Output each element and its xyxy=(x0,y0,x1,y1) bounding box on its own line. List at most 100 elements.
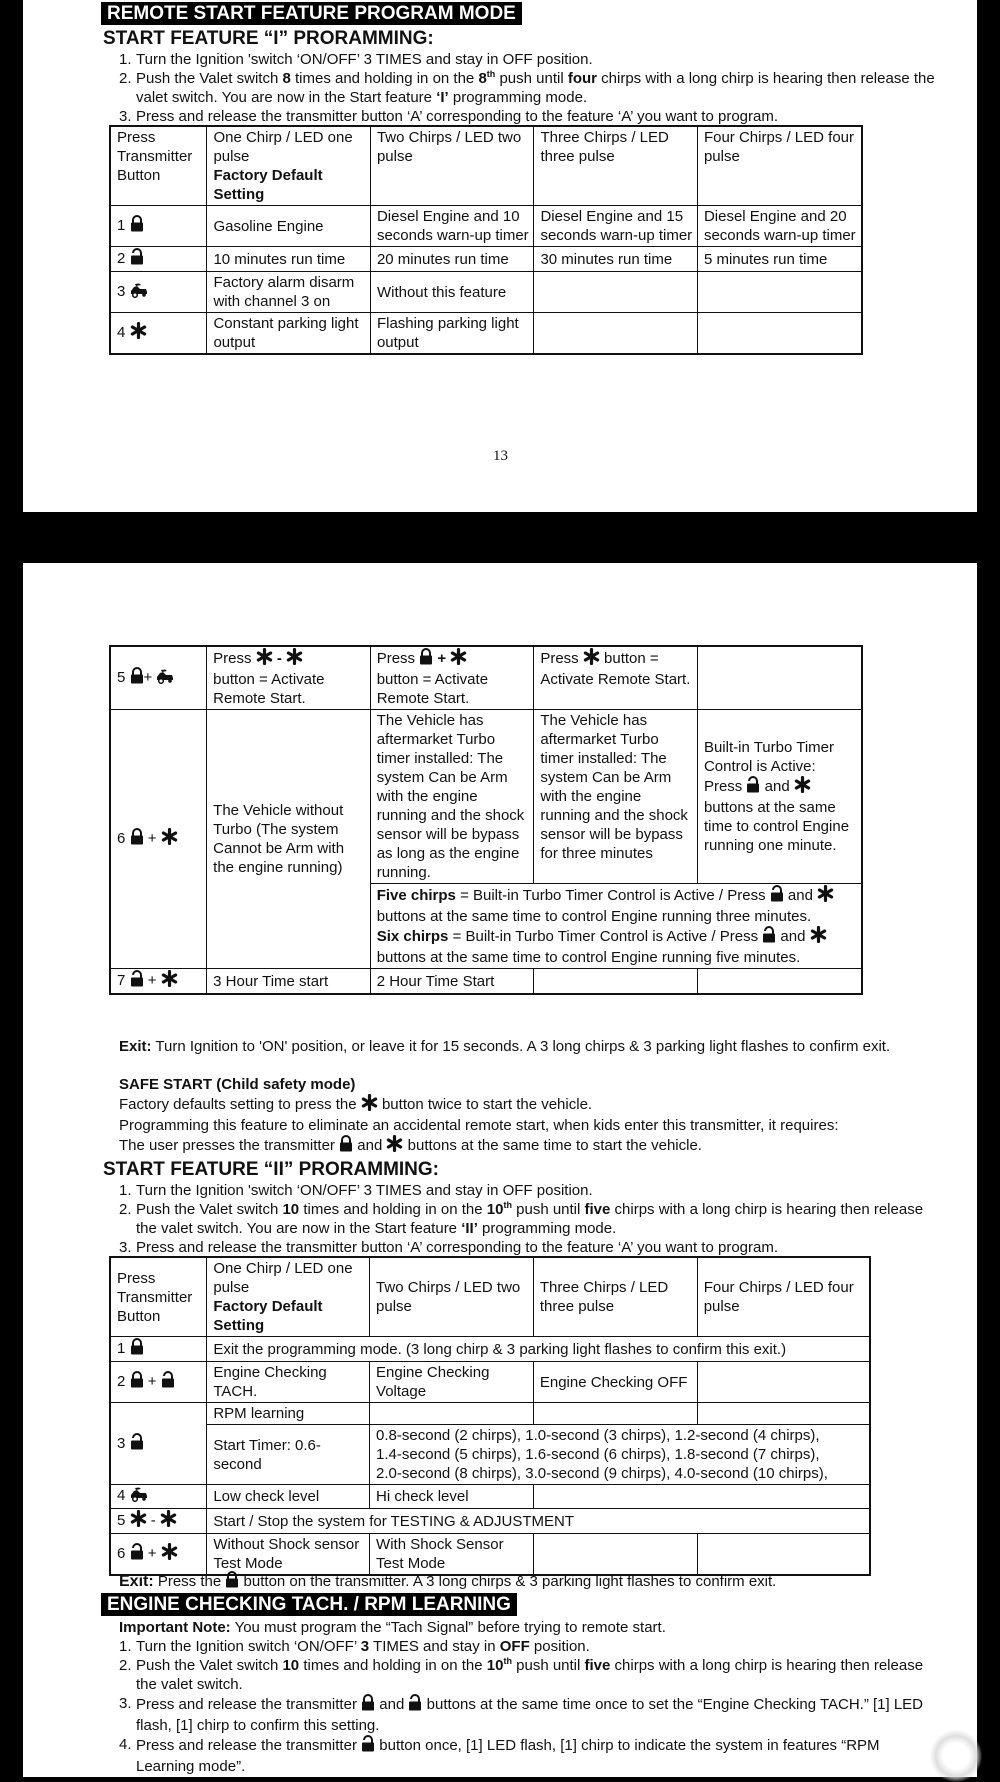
step-1: 1. Turn the Ignition switch ‘ON/OFF’ 3 TI… xyxy=(119,1637,939,1656)
step-text: Push the Valet switch xyxy=(136,1201,283,1218)
step-2: 2. Push the Valet switch 8 times and hold… xyxy=(119,69,939,107)
table-cell: The Vehicle has aftermarket Turbo timer … xyxy=(369,709,535,884)
step-bold: 8 xyxy=(282,70,291,87)
button-cell: 7 + xyxy=(109,968,208,995)
row-number: 2 xyxy=(117,250,126,267)
button-cell: 1 xyxy=(109,1336,208,1362)
step-1: 1. Turn the Ignition 'switch ‘ON/OFF’ 3 T… xyxy=(119,50,939,69)
button-cell: 2 + xyxy=(109,1361,208,1403)
table-cell xyxy=(532,1402,698,1425)
step-text: TIMES and stay in xyxy=(369,1638,500,1655)
table-row: 5 - Start / Stop the system for TESTING … xyxy=(109,1508,871,1534)
step-number: 3. xyxy=(119,1239,132,1256)
star-icon xyxy=(583,647,600,670)
timer-options-cell: 0.8-second (2 chirps), 1.0-second (3 chi… xyxy=(369,1424,871,1485)
table-header-row: Press Transmitter Button One Chirp / LED… xyxy=(109,1256,871,1337)
step-number: 1. xyxy=(119,1182,132,1199)
table-row: 6 + The Vehicle without Turbo (The syste… xyxy=(109,709,863,969)
step-text: Turn the Ignition switch ‘ON/OFF’ xyxy=(136,1638,361,1655)
step-number: 3. xyxy=(119,1695,132,1712)
table-row: 3 Factory alarm disarm with channel 3 on… xyxy=(109,271,863,313)
step-bold: 10 xyxy=(486,1201,504,1218)
step-text: Push the Valet switch xyxy=(136,70,283,87)
exit-label: Exit: xyxy=(119,1573,154,1590)
star-icon xyxy=(160,1509,177,1532)
star-icon xyxy=(361,1093,378,1116)
timer-options-line: 0.8-second (2 chirps), 1.0-second (3 chi… xyxy=(376,1427,820,1444)
trunk-icon xyxy=(130,283,148,303)
ordinal-suffix: th xyxy=(503,1200,512,1210)
table-cell: Engine Checking OFF xyxy=(532,1361,698,1403)
option-label: Six chirps xyxy=(376,928,449,945)
table-cell: Built-in Turbo Timer Control is Active: … xyxy=(696,709,863,884)
button-cell: 6 + xyxy=(109,1533,208,1576)
step-text: push until xyxy=(511,1201,585,1218)
header-label: One Chirp / LED one pulse xyxy=(213,1260,353,1296)
step-text: push until xyxy=(495,70,568,87)
timer-options-line: 1.4-second (5 chirps), 1.6-second (6 chi… xyxy=(376,1446,820,1463)
exit-text: button on the transmitter. A 3 long chir… xyxy=(243,1573,777,1590)
cell-text: and xyxy=(764,778,790,795)
header-three-chirps: Three Chirps / LED three pulse xyxy=(533,125,698,206)
row-number: 4 xyxy=(117,324,126,341)
safe-start-section: SAFE START (Child safety mode) Factory d… xyxy=(119,1075,839,1157)
cell-text: = Built-in Turbo Timer Control is Active… xyxy=(455,887,770,904)
table-cell: Engine Checking Voltage xyxy=(369,1361,534,1403)
exit-instruction-2: Exit: Press the button on the transmitte… xyxy=(119,1571,776,1593)
table-cell: Gasoline Engine xyxy=(206,205,371,247)
safe-start-line-3: The user presses the transmitter and but… xyxy=(119,1134,839,1157)
cell-text: Press xyxy=(540,650,579,667)
step-text: programming mode. xyxy=(448,89,588,106)
section-banner-remote-start: REMOTE START FEATURE PROGRAM MODE xyxy=(101,2,522,25)
step-bold: five xyxy=(584,1201,611,1218)
row-number: 4 xyxy=(117,1487,126,1504)
step-number: 2. xyxy=(119,1657,132,1674)
document-page-14: 5 + Press - button = Activate Remote Sta… xyxy=(23,563,977,1777)
cell-text: buttons at the same time to control Engi… xyxy=(376,908,812,925)
step-number: 3. xyxy=(119,108,132,125)
unlock-icon xyxy=(130,1432,144,1455)
step-number: 1. xyxy=(119,1638,132,1655)
table-cell xyxy=(696,271,863,313)
row-number: 1 xyxy=(117,217,126,234)
table-cell xyxy=(533,312,698,355)
table-cell: Diesel Engine and 10 seconds warn-up tim… xyxy=(369,205,535,247)
table-cell: Hi check level xyxy=(369,1484,534,1509)
table-row: 5 + Press - button = Activate Remote Sta… xyxy=(109,645,863,710)
trunk-icon xyxy=(130,1487,148,1507)
table-cell: Diesel Engine and 20 seconds warn-up tim… xyxy=(696,205,863,247)
step-bold: 10 xyxy=(282,1657,300,1674)
table-cell xyxy=(533,968,698,995)
step-text: programming mode. xyxy=(477,1220,617,1237)
button-cell: 5 - xyxy=(109,1508,208,1534)
step-text: Turn the Ignition 'switch ‘ON/OFF’ 3 TIM… xyxy=(136,1182,593,1199)
cell-text: button = Activate Remote Start. xyxy=(376,671,489,707)
step-number: 2. xyxy=(119,1201,132,1218)
table-cell: With Shock Sensor Test Mode xyxy=(369,1533,534,1576)
unlock-icon xyxy=(746,776,760,798)
header-press-button: Press Transmitter Button xyxy=(109,1256,208,1337)
star-icon xyxy=(386,1134,403,1157)
row-number: 2 xyxy=(117,1373,126,1390)
separator: - xyxy=(150,1512,156,1529)
table-cell: Without Shock sensor Test Mode xyxy=(206,1533,371,1576)
step-text: times and holding in on the xyxy=(299,1201,487,1218)
table-header-row: Press Transmitter Button One Chirp / LED… xyxy=(109,125,863,206)
star-icon xyxy=(450,647,467,670)
table-cell: Low check level xyxy=(206,1484,371,1509)
cell-text: buttons at the same time to control Engi… xyxy=(376,949,801,966)
step-2: 2. Push the Valet switch 10 times and hol… xyxy=(119,1200,939,1238)
step-1: 1. Turn the Ignition 'switch ‘ON/OFF’ 3 T… xyxy=(119,1181,939,1200)
star-icon xyxy=(161,969,178,992)
text: buttons at the same time to start the ve… xyxy=(407,1137,702,1154)
feature-2-table: Press Transmitter Button One Chirp / LED… xyxy=(109,1256,871,1576)
step-bold: OFF xyxy=(499,1638,530,1655)
header-four-chirps: Four Chirps / LED four pulse xyxy=(696,1256,871,1337)
unlock-icon xyxy=(130,248,144,270)
step-3: 3. Press and release the transmitter butt… xyxy=(119,1238,939,1257)
table-row: 2 10 minutes run time 20 minutes run tim… xyxy=(109,246,863,272)
step-text: position. xyxy=(529,1638,590,1655)
step-3: 3. Press and release the transmitter butt… xyxy=(119,107,939,126)
ordinal-suffix: th xyxy=(486,69,496,79)
table-row: 4 Low check level Hi check level xyxy=(109,1484,871,1509)
